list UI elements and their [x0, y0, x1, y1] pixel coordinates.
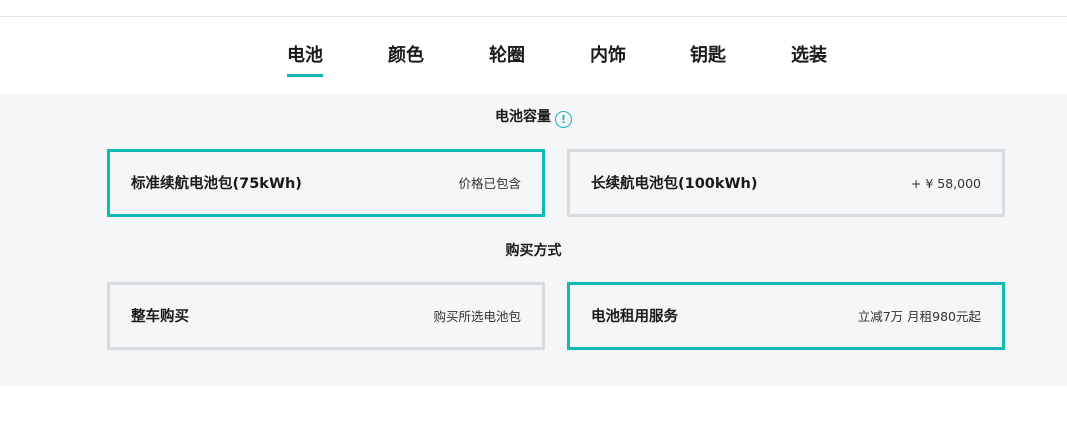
- tab-interior[interactable]: 内饰: [590, 45, 626, 67]
- options-panel: 电池容量! 标准续航电池包(75kWh) 价格已包含 长续航电池包(100kWh…: [0, 94, 1067, 386]
- option-name: 长续航电池包(100kWh): [591, 176, 758, 192]
- battery-capacity-heading: 电池容量!: [0, 108, 1067, 128]
- config-tab-bar: 电池 颜色 轮圈 内饰 钥匙 选装: [0, 17, 1067, 94]
- tab-key[interactable]: 钥匙: [690, 45, 726, 67]
- tab-options[interactable]: 选装: [791, 45, 827, 67]
- battery-capacity-title: 电池容量: [495, 109, 551, 125]
- purchase-option-battery-rental[interactable]: 电池租用服务 立减7万 月租980元起: [567, 282, 1005, 350]
- tab-wheels[interactable]: 轮圈: [489, 45, 525, 67]
- purchase-method-title: 购买方式: [505, 243, 562, 259]
- tab-color[interactable]: 颜色: [388, 45, 424, 67]
- purchase-option-full[interactable]: 整车购买 购买所选电池包: [107, 282, 545, 350]
- option-price: + ¥ 58,000: [910, 176, 981, 191]
- tab-battery[interactable]: 电池: [287, 45, 323, 77]
- battery-option-long-range[interactable]: 长续航电池包(100kWh) + ¥ 58,000: [567, 149, 1005, 217]
- option-name: 电池租用服务: [591, 309, 678, 325]
- battery-option-standard[interactable]: 标准续航电池包(75kWh) 价格已包含: [107, 149, 545, 217]
- option-price: 价格已包含: [458, 176, 521, 191]
- option-name: 标准续航电池包(75kWh): [131, 176, 302, 192]
- info-icon[interactable]: !: [555, 111, 572, 128]
- option-name: 整车购买: [131, 309, 189, 325]
- option-price: 立减7万 月租980元起: [857, 309, 981, 324]
- option-price: 购买所选电池包: [433, 309, 521, 324]
